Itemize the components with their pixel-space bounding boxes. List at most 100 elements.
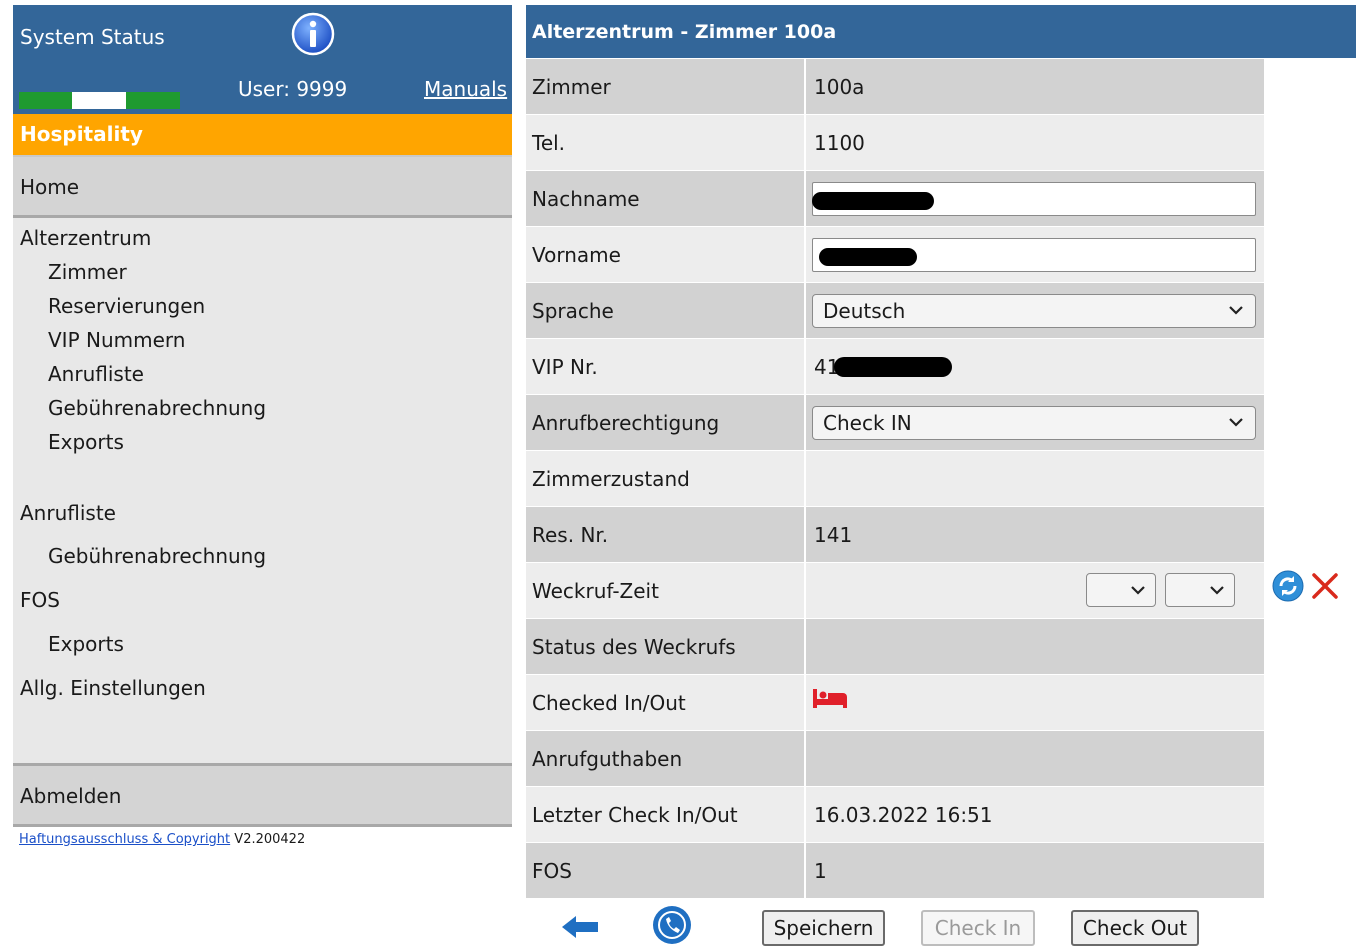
redaction-mark (819, 247, 917, 266)
check-in-button[interactable]: Check In (921, 910, 1035, 946)
zimmerzustand-value (806, 451, 1264, 506)
bottom-toolbar: Speichern Check In Check Out (526, 905, 1356, 946)
anrufberechtigung-select[interactable]: Check IN (812, 405, 1256, 440)
chevron-down-icon (1210, 585, 1224, 595)
sprache-selected: Deutsch (823, 298, 906, 323)
nav-home-label: Home (20, 175, 80, 199)
anrufberechtigung-cell: Check IN (806, 395, 1264, 450)
system-status-title: System Status (20, 25, 165, 49)
version-label: V2.200422 (234, 832, 306, 847)
row-nachname: Nachname (526, 171, 1264, 227)
row-label: Nachname (526, 171, 804, 226)
nav-item-exports[interactable]: Exports (48, 430, 124, 454)
nav-logout[interactable]: Abmelden (13, 763, 512, 827)
nav-item-exports-2[interactable]: Exports (48, 632, 124, 656)
manuals-link[interactable]: Manuals (424, 77, 507, 101)
chevron-down-icon (1229, 306, 1243, 315)
back-arrow-icon[interactable] (560, 914, 600, 940)
row-anrufguthaben: Anrufguthaben (526, 731, 1264, 787)
row-label: FOS (526, 843, 804, 898)
nav-group-anrufliste[interactable]: Anrufliste (20, 501, 116, 525)
system-status-header: System Status User: 9999 Manuals (13, 5, 512, 114)
row-label: Weckruf-Zeit (526, 563, 804, 618)
phone-icon[interactable] (651, 905, 693, 945)
fos-value: 1 (806, 843, 1264, 898)
row-vip: VIP Nr. 41 (526, 339, 1264, 395)
section-label: Hospitality (20, 122, 143, 146)
nav-item-anrufliste[interactable]: Anrufliste (48, 362, 144, 386)
checked-cell (806, 675, 1264, 730)
row-label: Sprache (526, 283, 804, 338)
redaction-mark (812, 191, 934, 210)
vorname-input[interactable] (812, 237, 1256, 272)
nachname-cell (806, 171, 1264, 226)
system-status-indicator (19, 92, 180, 109)
disclaimer-link[interactable]: Haftungsausschluss & Copyright (19, 832, 230, 847)
section-hospitality: Hospitality (13, 114, 512, 157)
nav-group-alterzentrum[interactable]: Alterzentrum (20, 226, 151, 250)
logout-label: Abmelden (20, 784, 122, 808)
sprache-select[interactable]: Deutsch (812, 293, 1256, 328)
anrufguthaben-value (806, 731, 1264, 786)
weckruf-zeit-cell (806, 563, 1264, 618)
weckruf-hour-select[interactable] (1086, 573, 1156, 607)
chevron-down-icon (1229, 418, 1243, 427)
row-label: Res. Nr. (526, 507, 804, 562)
info-icon[interactable] (291, 12, 335, 56)
row-label: Checked In/Out (526, 675, 804, 730)
row-label: Letzter Check In/Out (526, 787, 804, 842)
row-label: Anrufguthaben (526, 731, 804, 786)
check-out-button[interactable]: Check Out (1071, 910, 1199, 946)
sidebar: System Status User: 9999 Manuals Hospita… (13, 5, 512, 827)
row-weckruf-zeit: Weckruf-Zeit (526, 563, 1264, 619)
anrufberechtigung-selected: Check IN (823, 410, 912, 435)
nav-menu: Alterzentrum Zimmer Reservierungen VIP N… (13, 218, 512, 763)
delete-x-icon[interactable] (1310, 571, 1340, 601)
weckruf-status-value (806, 619, 1264, 674)
zimmer-value: 100a (806, 59, 1264, 114)
nachname-input[interactable] (812, 181, 1256, 216)
refresh-icon[interactable] (1272, 570, 1304, 602)
room-header: Alterzentrum - Zimmer 100a (526, 5, 1356, 58)
redaction-mark (834, 357, 952, 377)
user-label: User: 9999 (238, 77, 348, 101)
row-label: Anrufberechtigung (526, 395, 804, 450)
vip-cell: 41 (806, 339, 1264, 394)
row-zimmer: Zimmer 100a (526, 59, 1264, 115)
row-label: Vorname (526, 227, 804, 282)
row-res-nr: Res. Nr. 141 (526, 507, 1264, 563)
nav-group-fos[interactable]: FOS (20, 588, 60, 612)
row-zimmerzustand: Zimmerzustand (526, 451, 1264, 507)
nav-home[interactable]: Home (13, 157, 512, 218)
res-nr-value: 141 (806, 507, 1264, 562)
nav-item-gebuehrenabrechnung[interactable]: Gebührenabrechnung (48, 396, 266, 420)
page-title: Alterzentrum - Zimmer 100a (532, 21, 837, 43)
row-fos: FOS 1 (526, 843, 1264, 899)
save-button[interactable]: Speichern (762, 910, 885, 946)
nav-item-gebuehrenabrechnung-2[interactable]: Gebührenabrechnung (48, 544, 266, 568)
row-label: Status des Weckrufs (526, 619, 804, 674)
row-letzter-check: Letzter Check In/Out 16.03.2022 16:51 (526, 787, 1264, 843)
nav-group-allg-einstellungen[interactable]: Allg. Einstellungen (20, 676, 206, 700)
wakeup-actions (1272, 570, 1340, 602)
row-tel: Tel. 1100 (526, 115, 1264, 171)
row-checked: Checked In/Out (526, 675, 1264, 731)
letzter-check-value: 16.03.2022 16:51 (806, 787, 1264, 842)
row-vorname: Vorname (526, 227, 1264, 283)
row-weckruf-status: Status des Weckrufs (526, 619, 1264, 675)
nav-item-reservierungen[interactable]: Reservierungen (48, 294, 205, 318)
footer: Haftungsausschluss & Copyright V2.200422 (19, 832, 305, 847)
row-anrufberechtigung: Anrufberechtigung Check IN (526, 395, 1264, 451)
vorname-cell (806, 227, 1264, 282)
sprache-cell: Deutsch (806, 283, 1264, 338)
room-detail-panel: Alterzentrum - Zimmer 100a Zimmer 100a T… (526, 5, 1356, 899)
bed-icon (813, 688, 847, 708)
row-label: Zimmerzustand (526, 451, 804, 506)
nav-item-zimmer[interactable]: Zimmer (48, 260, 127, 284)
nav-item-vip-nummern[interactable]: VIP Nummern (48, 328, 185, 352)
chevron-down-icon (1131, 585, 1145, 595)
row-label: Zimmer (526, 59, 804, 114)
weckruf-minute-select[interactable] (1165, 573, 1235, 607)
row-label: VIP Nr. (526, 339, 804, 394)
room-detail-table: Zimmer 100a Tel. 1100 Nachname Vorname S… (526, 59, 1264, 899)
